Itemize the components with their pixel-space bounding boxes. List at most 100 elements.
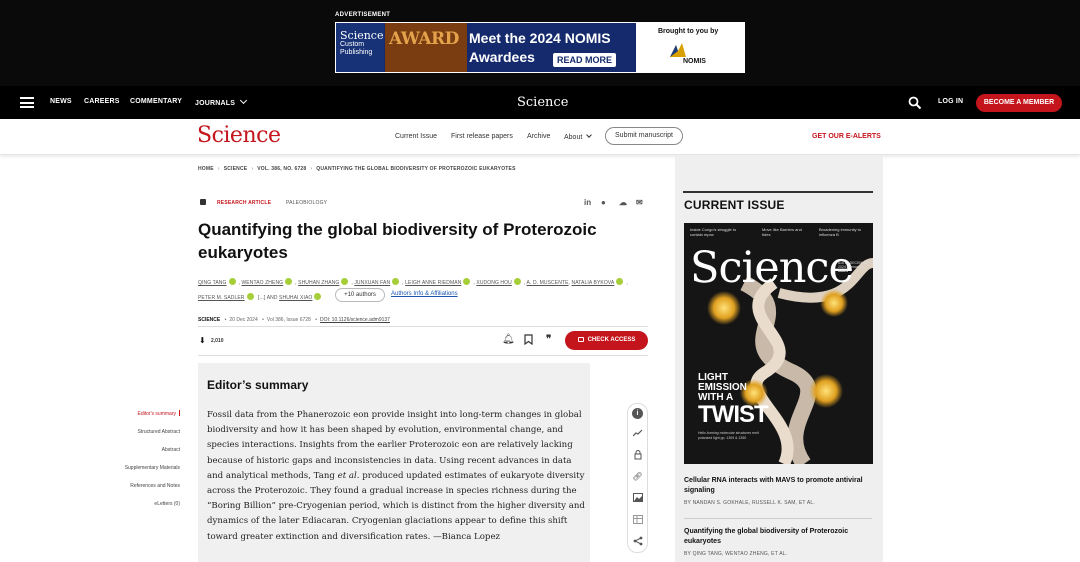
ad-banner[interactable]: Science Custom Publishing AWARD Meet the… — [335, 22, 745, 73]
editors-summary: Editor’s summary Fossil data from the Ph… — [198, 363, 590, 562]
citation-line: SCIENCE • 20 Dec 2024 • Vol 386, Issue 672… — [198, 317, 390, 323]
share-icon[interactable] — [628, 536, 647, 548]
breadcrumb-science[interactable]: SCIENCE — [224, 166, 248, 172]
ad-award-image: AWARD — [385, 23, 467, 72]
article-type[interactable]: RESEARCH ARTICLE — [217, 200, 271, 206]
science-logo[interactable]: Science — [197, 123, 281, 148]
nav-news[interactable]: NEWS — [50, 98, 72, 105]
toc-item[interactable]: References and Notes — [125, 482, 180, 500]
check-access-button[interactable]: CHECK ACCESS — [565, 331, 648, 350]
link-about[interactable]: About — [564, 132, 593, 141]
more-authors-button[interactable]: +10 authors — [335, 288, 385, 302]
search-icon[interactable] — [908, 96, 922, 110]
ad-brought-by: Brought to you by — [658, 28, 719, 35]
orcid-icon[interactable] — [228, 278, 236, 285]
wechat-icon[interactable]: ☁ — [619, 198, 627, 207]
download-icon: ⬇ — [199, 336, 206, 345]
author-ellipsis: [...] — [258, 295, 266, 301]
submit-manuscript-button[interactable]: Submit manuscript — [605, 127, 683, 145]
breadcrumb-article: QUANTIFYING THE GLOBAL BIODIVERSITY OF P… — [316, 166, 516, 172]
linkedin-icon[interactable]: in — [584, 198, 591, 207]
cover-image[interactable]: Inside Congo’s struggle to contain mpox … — [684, 223, 873, 464]
summary-body: Fossil data from the Phanerozoic eon pro… — [207, 408, 587, 545]
nav-careers[interactable]: CAREERS — [84, 98, 120, 105]
orcid-icon[interactable] — [341, 278, 349, 285]
ad-partner-block: Brought to you by NOMIS — [636, 23, 744, 72]
orcid-icon[interactable] — [314, 293, 322, 300]
science-wordmark[interactable]: Science — [517, 95, 568, 110]
orcid-icon[interactable] — [616, 278, 624, 285]
summary-heading: Editor’s summary — [207, 378, 309, 392]
chevron-down-icon — [586, 132, 593, 138]
cover-tagline: Helix-forming molecular structures emit … — [698, 431, 759, 440]
advertisement-bar: ADVERTISEMENT Science Custom Publishing … — [0, 0, 1080, 86]
aaas-logo: AAAS — [838, 269, 848, 273]
citation-journal: SCIENCE — [198, 317, 221, 323]
orcid-icon[interactable] — [285, 278, 293, 285]
link-icon[interactable]: 🔗︎ — [628, 472, 647, 481]
orcid-icon[interactable] — [463, 278, 471, 285]
email-icon[interactable]: ✉ — [636, 198, 643, 207]
toc-item[interactable]: Abstract — [125, 446, 180, 464]
ad-partner-name: NOMIS — [683, 58, 706, 65]
orcid-icon[interactable] — [392, 278, 400, 285]
author-link[interactable]: QING TANG — [198, 280, 227, 286]
author-link[interactable]: A. D. MUSCENTE — [527, 280, 569, 286]
nav-journals[interactable]: JOURNALS — [195, 96, 248, 107]
author-link[interactable]: PETER M. SADLER — [198, 295, 245, 301]
bell-icon[interactable]: 🔔︎ — [502, 334, 515, 345]
e-alerts-link[interactable]: GET OUR E-ALERTS — [812, 133, 881, 140]
ad-read-more-button[interactable]: READ MORE — [553, 53, 617, 67]
orcid-icon[interactable] — [513, 278, 521, 285]
become-member-button[interactable]: BECOME A MEMBER — [976, 94, 1062, 112]
menu-icon[interactable] — [20, 97, 34, 108]
lock-icon[interactable] — [628, 450, 647, 462]
table-icon[interactable] — [628, 515, 647, 526]
reddit-icon[interactable]: ● — [601, 198, 606, 207]
author-link[interactable]: SHUHAI XIAO — [279, 295, 312, 301]
author-link[interactable]: WENTAO ZHENG — [241, 280, 283, 286]
link-current-issue[interactable]: Current Issue — [395, 133, 437, 140]
figures-icon[interactable] — [628, 493, 647, 504]
author-and: AND — [266, 295, 278, 301]
affiliations-link[interactable]: Authors Info & Affiliations — [391, 291, 458, 297]
author-link[interactable]: SHUHAN ZHANG — [298, 280, 339, 286]
quote-icon[interactable]: ❞ — [546, 334, 551, 345]
sidebar-article-title[interactable]: Cellular RNA interacts with MAVS to prom… — [684, 476, 870, 496]
author-link[interactable]: NATALIA BYKOVA — [572, 280, 615, 286]
ad-sponsor-name: Science — [340, 29, 384, 42]
sidebar-article[interactable]: Cellular RNA interacts with MAVS to prom… — [684, 476, 870, 506]
divider — [684, 518, 872, 519]
info-icon[interactable]: i — [632, 408, 643, 419]
current-issue-heading: CURRENT ISSUE — [684, 198, 785, 212]
nav-commentary[interactable]: COMMENTARY — [130, 98, 182, 105]
article-tools-rail: i 🔗︎ — [627, 403, 648, 553]
author-link[interactable]: JUNXUAN FAN — [354, 280, 390, 286]
download-count: 2,010 — [211, 338, 224, 344]
cover-headline-small: LIGHT EMISSION WITH A — [698, 372, 747, 403]
link-first-release[interactable]: First release papers — [451, 133, 513, 140]
link-archive[interactable]: Archive — [527, 133, 550, 140]
bookmark-icon[interactable] — [524, 334, 533, 348]
summary-italic: et al. — [337, 470, 360, 481]
breadcrumb-issue[interactable]: VOL. 386, NO. 6728 — [257, 166, 306, 172]
orcid-icon[interactable] — [246, 293, 254, 300]
top-navigation: NEWS CAREERS COMMENTARY JOURNALS Science… — [0, 86, 1080, 119]
doi-link[interactable]: DOI: 10.1126/science.adm9137 — [320, 317, 390, 323]
author-link[interactable]: XUDONG HOU — [476, 280, 511, 286]
toc-item[interactable]: Structured Abstract — [125, 428, 180, 446]
toc-item[interactable]: Editor's summary — [125, 410, 180, 428]
breadcrumb-home[interactable]: HOME — [198, 166, 214, 172]
login-link[interactable]: LOG IN — [938, 98, 963, 105]
table-of-contents: Editor's summary Structured Abstract Abs… — [125, 410, 180, 518]
sidebar-article[interactable]: Quantifying the global biodiversity of P… — [684, 527, 870, 557]
author-link[interactable]: LEIGH ANNE RIEDMAN — [405, 280, 461, 286]
metrics-icon[interactable] — [628, 429, 647, 439]
toc-item[interactable]: eLetters (0) — [125, 500, 180, 518]
check-access-label: CHECK ACCESS — [587, 337, 636, 343]
toc-item[interactable]: Supplementary Materials — [125, 464, 180, 482]
ad-sponsor-block: Science Custom Publishing — [336, 23, 384, 72]
sidebar-article-title[interactable]: Quantifying the global biodiversity of P… — [684, 527, 870, 547]
lock-icon — [577, 337, 584, 342]
breadcrumb: HOME › SCIENCE › VOL. 386, NO. 6728 › QUANTIFY… — [198, 166, 516, 172]
